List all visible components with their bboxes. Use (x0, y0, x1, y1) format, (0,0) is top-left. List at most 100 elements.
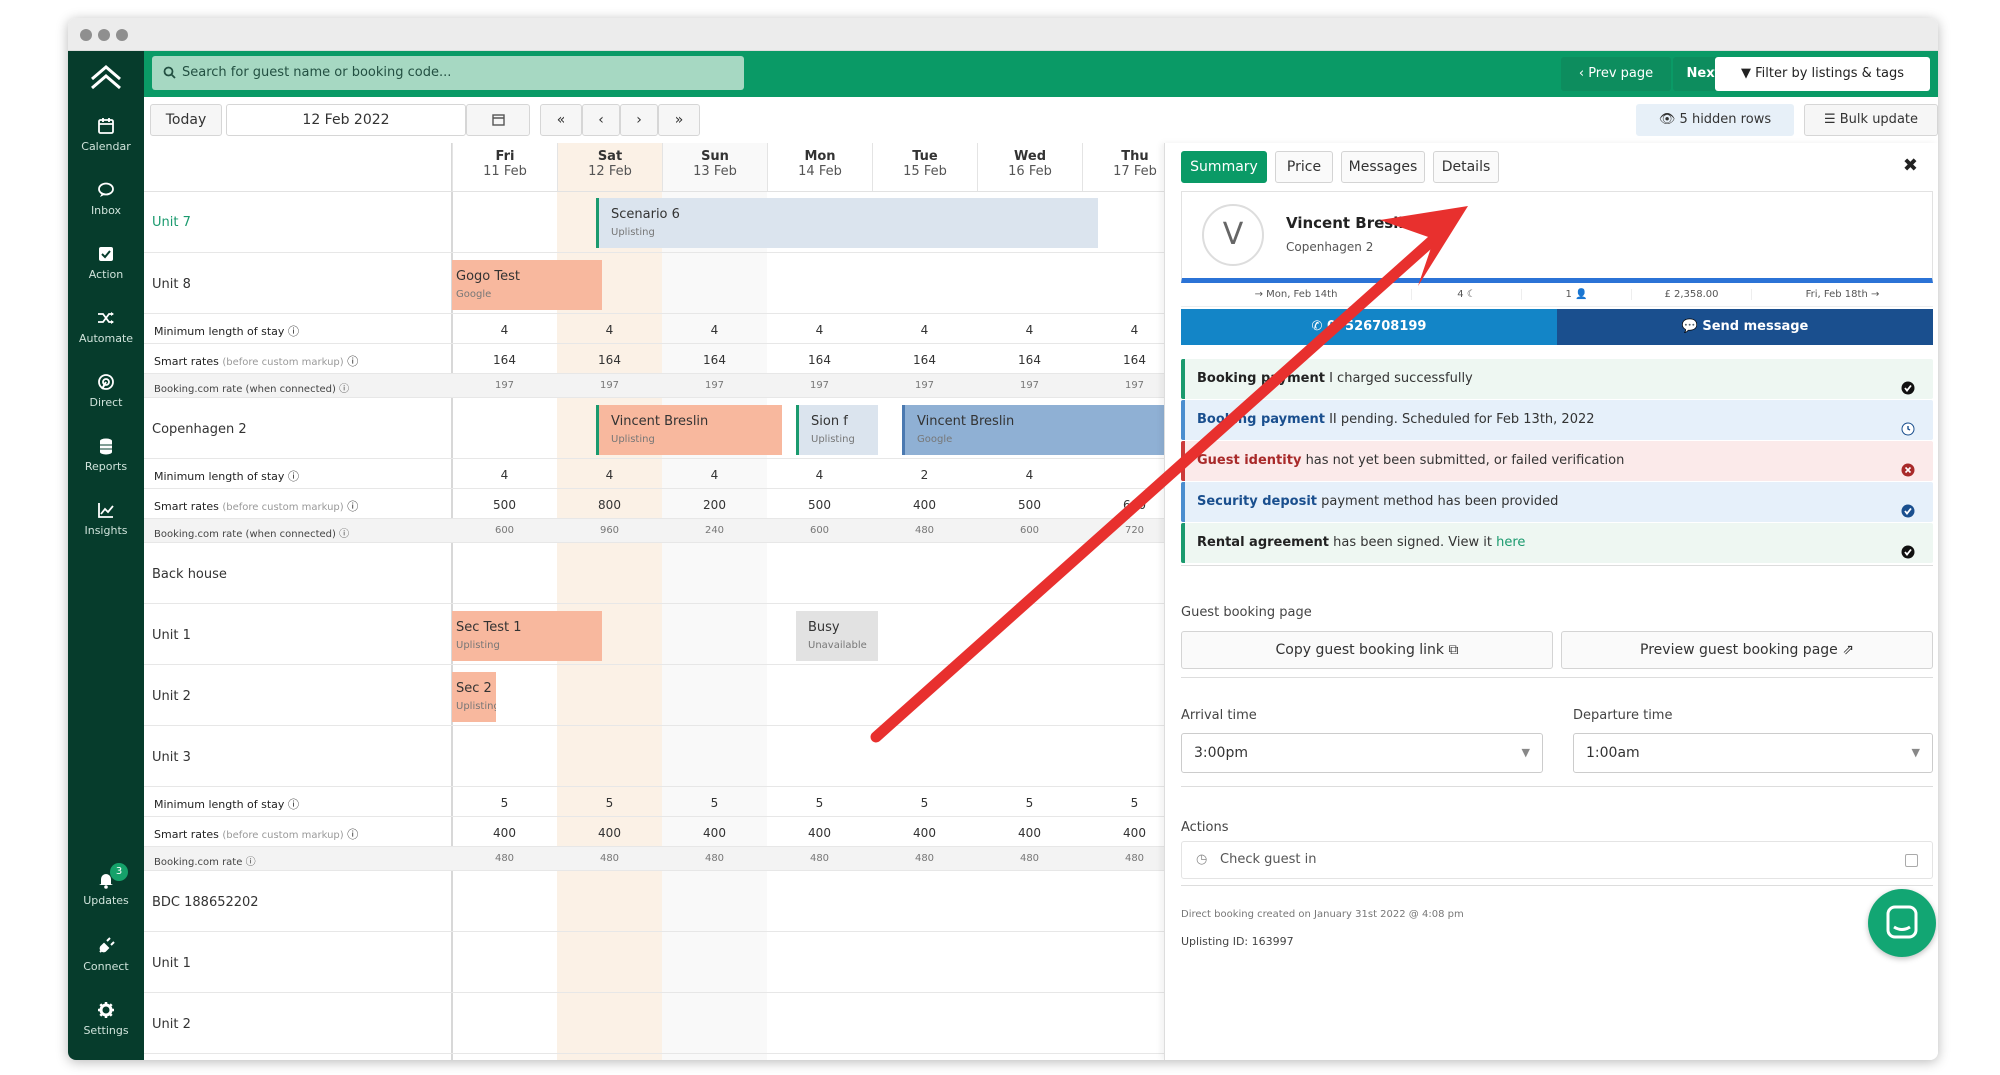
window-minimize-dot[interactable] (98, 29, 110, 41)
unit-row[interactable]: Back house (144, 543, 1164, 604)
rate-cell[interactable]: 480 (767, 853, 872, 864)
rate-cell[interactable]: 400 (557, 826, 662, 840)
chat-launcher-button[interactable] (1868, 889, 1936, 957)
unit-label[interactable]: Unit 1 (152, 628, 191, 643)
rate-cell[interactable]: 240 (662, 525, 767, 536)
rate-cell[interactable]: 960 (557, 525, 662, 536)
unit-row[interactable]: Unit 3 (144, 726, 1164, 787)
rate-cell[interactable]: 800 (557, 498, 662, 512)
rate-cell[interactable]: 600 (977, 525, 1082, 536)
nav-updates[interactable]: 3 Updates (68, 863, 144, 923)
tab-price[interactable]: Price (1275, 151, 1333, 183)
booking-bar[interactable]: Scenario 6 Uplisting (596, 198, 1098, 248)
unit-row[interactable]: Unit 8 (144, 253, 1164, 314)
window-maximize-dot[interactable] (116, 29, 128, 41)
rate-cell[interactable]: 400 (452, 826, 557, 840)
rate-cell[interactable]: 197 (767, 380, 872, 391)
nav-action[interactable]: Action (68, 245, 144, 297)
rate-cell[interactable]: 5 (1082, 796, 1164, 810)
rate-cell[interactable]: 4 (977, 468, 1082, 482)
booking-bar[interactable]: Sion f Uplisting (796, 405, 878, 455)
unit-label[interactable]: BDC 188652202 (152, 895, 259, 910)
booking-bar[interactable]: Vincent Breslin Uplisting (596, 405, 782, 455)
uplisting-logo[interactable] (89, 61, 123, 95)
booking-bar[interactable]: Vincent Breslin Google (902, 405, 1164, 455)
booking-bar[interactable]: Gogo Test Google (452, 260, 602, 310)
rate-cell[interactable]: 4 (452, 468, 557, 482)
rate-cell[interactable]: 164 (557, 353, 662, 367)
rate-cell[interactable]: 197 (452, 380, 557, 391)
rate-cell[interactable]: 480 (452, 853, 557, 864)
nav-inbox[interactable]: Inbox (68, 181, 144, 233)
rate-cell[interactable]: 4 (662, 323, 767, 337)
unit-label[interactable]: Unit 1 (152, 956, 191, 971)
rate-cell[interactable]: 5 (767, 796, 872, 810)
agreement-link[interactable]: here (1496, 535, 1525, 550)
nav-insights[interactable]: Insights (68, 501, 144, 553)
arrival-time-select[interactable]: 3:00pm ▼ (1181, 733, 1543, 773)
hidden-rows-button[interactable]: 👁 5 hidden rows (1636, 104, 1794, 136)
rate-cell[interactable]: 4 (662, 468, 767, 482)
rate-cell[interactable]: 4 (557, 323, 662, 337)
unit-row[interactable]: Unit 2 (144, 665, 1164, 726)
nav-direct[interactable]: Direct (68, 373, 144, 425)
unit-row[interactable]: Unit 1 (144, 932, 1164, 993)
departure-time-select[interactable]: 1:00am ▼ (1573, 733, 1933, 773)
rate-cell[interactable]: 197 (557, 380, 662, 391)
rate-cell[interactable]: 480 (1082, 853, 1164, 864)
previous-week-button[interactable]: ‹ (582, 104, 620, 136)
rate-cell[interactable]: 5 (557, 796, 662, 810)
unit-row[interactable]: Unit 1 (144, 604, 1164, 665)
tab-summary[interactable]: Summary (1181, 151, 1267, 183)
rate-cell[interactable]: 4 (452, 323, 557, 337)
rate-cell[interactable]: 400 (872, 826, 977, 840)
prev-page-button[interactable]: ‹ Prev page (1561, 57, 1671, 91)
search-input[interactable]: Search for guest name or booking code... (152, 56, 744, 90)
rate-cell[interactable]: 600 (767, 525, 872, 536)
rate-cell[interactable]: 197 (1082, 380, 1164, 391)
booking-bar[interactable]: Busy Unavailable (796, 611, 878, 661)
rate-cell[interactable]: 164 (872, 353, 977, 367)
unit-label[interactable]: Copenhagen 2 (152, 422, 247, 437)
rate-cell[interactable]: 197 (872, 380, 977, 391)
bulk-update-button[interactable]: ☰ Bulk update (1804, 104, 1938, 136)
rate-cell[interactable]: 164 (1082, 353, 1164, 367)
rate-cell[interactable]: 400 (767, 826, 872, 840)
rate-cell[interactable]: 4 (1082, 323, 1164, 337)
first-page-button[interactable]: « (540, 104, 582, 136)
send-message-button[interactable]: 💬 Send message (1557, 309, 1933, 345)
rate-cell[interactable]: 4 (872, 323, 977, 337)
rate-cell[interactable]: 400 (872, 498, 977, 512)
next-week-button[interactable]: › (620, 104, 658, 136)
check-guest-in-item[interactable]: ◷ Check guest in (1181, 841, 1933, 879)
rate-cell[interactable]: 400 (1082, 826, 1164, 840)
rate-cell[interactable]: 500 (767, 498, 872, 512)
rate-cell[interactable]: 500 (977, 498, 1082, 512)
check-guest-in-checkbox[interactable] (1905, 854, 1918, 867)
rate-cell[interactable]: 164 (662, 353, 767, 367)
unit-label[interactable]: Unit 2 (152, 689, 191, 704)
tab-details[interactable]: Details (1433, 151, 1499, 183)
rate-cell[interactable]: 5 (452, 796, 557, 810)
last-page-button[interactable]: » (658, 104, 700, 136)
rate-cell[interactable]: 400 (977, 826, 1082, 840)
rate-cell[interactable]: 164 (452, 353, 557, 367)
rate-cell[interactable]: 2 (872, 468, 977, 482)
rate-cell[interactable]: 600 (452, 525, 557, 536)
nav-reports[interactable]: Reports (68, 437, 144, 489)
rate-cell[interactable]: 164 (767, 353, 872, 367)
copy-link-button[interactable]: Copy guest booking link ⧉ (1181, 631, 1553, 669)
rate-cell[interactable]: 5 (872, 796, 977, 810)
rate-cell[interactable]: 4 (767, 323, 872, 337)
rate-cell[interactable]: 164 (977, 353, 1082, 367)
rate-cell[interactable]: 4 (977, 323, 1082, 337)
call-button[interactable]: ✆ 07526708199 (1181, 309, 1557, 345)
close-icon[interactable]: ✖ (1903, 155, 1918, 176)
unit-row[interactable]: BDC 188652202 (144, 871, 1164, 932)
rate-cell[interactable]: 197 (662, 380, 767, 391)
rate-cell[interactable]: 4 (767, 468, 872, 482)
rate-cell[interactable]: 5 (662, 796, 767, 810)
rate-cell[interactable]: 480 (872, 853, 977, 864)
rate-cell[interactable]: 4 (557, 468, 662, 482)
nav-settings[interactable]: Settings (68, 1001, 144, 1053)
